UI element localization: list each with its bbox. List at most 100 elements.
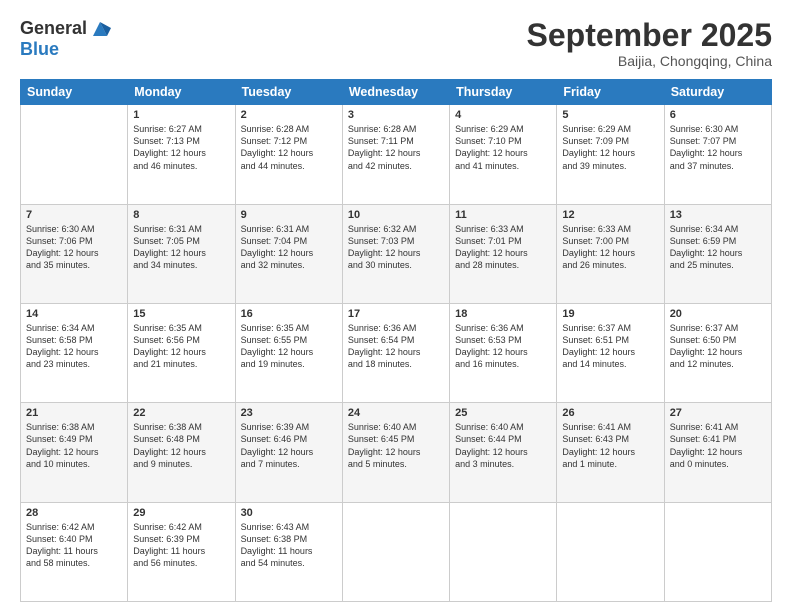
day-cell [21,105,128,204]
day-number: 12 [562,209,658,221]
day-cell: 30 Sunrise: 6:43 AM Sunset: 6:38 PM Dayli… [235,502,342,601]
day-cell: 10 Sunrise: 6:32 AM Sunset: 7:03 PM Dayli… [342,204,449,303]
day-number: 3 [348,109,444,121]
day-info: Sunrise: 6:33 AM Sunset: 7:00 PM Dayligh… [562,223,658,272]
month-title: September 2025 [527,18,772,53]
day-info: Sunrise: 6:29 AM Sunset: 7:10 PM Dayligh… [455,123,551,172]
weekday-header-thursday: Thursday [450,80,557,105]
day-cell [342,502,449,601]
day-info: Sunrise: 6:34 AM Sunset: 6:59 PM Dayligh… [670,223,766,272]
day-info: Sunrise: 6:27 AM Sunset: 7:13 PM Dayligh… [133,123,229,172]
day-info: Sunrise: 6:39 AM Sunset: 6:46 PM Dayligh… [241,421,337,470]
weekday-header-row: SundayMondayTuesdayWednesdayThursdayFrid… [21,80,772,105]
day-number: 6 [670,109,766,121]
weekday-header-friday: Friday [557,80,664,105]
day-number: 15 [133,308,229,320]
day-info: Sunrise: 6:43 AM Sunset: 6:38 PM Dayligh… [241,521,337,570]
day-number: 8 [133,209,229,221]
day-info: Sunrise: 6:41 AM Sunset: 6:43 PM Dayligh… [562,421,658,470]
day-number: 11 [455,209,551,221]
day-number: 19 [562,308,658,320]
day-number: 5 [562,109,658,121]
day-number: 21 [26,407,122,419]
day-number: 4 [455,109,551,121]
day-info: Sunrise: 6:33 AM Sunset: 7:01 PM Dayligh… [455,223,551,272]
day-info: Sunrise: 6:42 AM Sunset: 6:39 PM Dayligh… [133,521,229,570]
logo-blue: Blue [20,40,111,60]
day-cell: 19 Sunrise: 6:37 AM Sunset: 6:51 PM Dayli… [557,303,664,402]
day-info: Sunrise: 6:42 AM Sunset: 6:40 PM Dayligh… [26,521,122,570]
day-number: 13 [670,209,766,221]
day-cell: 8 Sunrise: 6:31 AM Sunset: 7:05 PM Daylig… [128,204,235,303]
day-info: Sunrise: 6:41 AM Sunset: 6:41 PM Dayligh… [670,421,766,470]
week-row-1: 1 Sunrise: 6:27 AM Sunset: 7:13 PM Daylig… [21,105,772,204]
day-number: 16 [241,308,337,320]
day-number: 22 [133,407,229,419]
day-number: 17 [348,308,444,320]
day-info: Sunrise: 6:29 AM Sunset: 7:09 PM Dayligh… [562,123,658,172]
day-cell: 22 Sunrise: 6:38 AM Sunset: 6:48 PM Dayli… [128,403,235,502]
calendar-table: SundayMondayTuesdayWednesdayThursdayFrid… [20,79,772,602]
logo: General Blue [20,18,111,60]
day-cell: 12 Sunrise: 6:33 AM Sunset: 7:00 PM Dayli… [557,204,664,303]
day-number: 7 [26,209,122,221]
day-number: 20 [670,308,766,320]
day-cell: 14Sunrise: 6:34 AM Sunset: 6:58 PM Dayli… [21,303,128,402]
day-cell: 25Sunrise: 6:40 AM Sunset: 6:44 PM Dayli… [450,403,557,502]
logo-text: General [20,18,111,40]
day-number: 14 [26,308,122,320]
calendar-body: 1 Sunrise: 6:27 AM Sunset: 7:13 PM Daylig… [21,105,772,602]
day-info: Sunrise: 6:37 AM Sunset: 6:51 PM Dayligh… [562,322,658,371]
day-info: Sunrise: 6:36 AM Sunset: 6:54 PM Dayligh… [348,322,444,371]
day-cell: 18 Sunrise: 6:36 AM Sunset: 6:53 PM Dayli… [450,303,557,402]
day-number: 27 [670,407,766,419]
day-info: Sunrise: 6:36 AM Sunset: 6:53 PM Dayligh… [455,322,551,371]
day-number: 1 [133,109,229,121]
day-info: Sunrise: 6:31 AM Sunset: 7:05 PM Dayligh… [133,223,229,272]
logo-icon [89,18,111,40]
day-info: Sunrise: 6:31 AM Sunset: 7:04 PM Dayligh… [241,223,337,272]
day-cell: 13 Sunrise: 6:34 AM Sunset: 6:59 PM Dayli… [664,204,771,303]
week-row-2: 7 Sunrise: 6:30 AM Sunset: 7:06 PM Daylig… [21,204,772,303]
day-cell: 4 Sunrise: 6:29 AM Sunset: 7:10 PM Daylig… [450,105,557,204]
day-number: 18 [455,308,551,320]
weekday-header-sunday: Sunday [21,80,128,105]
day-cell: 20 Sunrise: 6:37 AM Sunset: 6:50 PM Dayli… [664,303,771,402]
title-block: September 2025 Baijia, Chongqing, China [527,18,772,69]
day-cell: 21 Sunrise: 6:38 AM Sunset: 6:49 PM Dayli… [21,403,128,502]
day-number: 23 [241,407,337,419]
day-number: 9 [241,209,337,221]
day-cell: 5 Sunrise: 6:29 AM Sunset: 7:09 PM Daylig… [557,105,664,204]
day-number: 24 [348,407,444,419]
day-number: 25 [455,407,551,419]
day-cell: 9 Sunrise: 6:31 AM Sunset: 7:04 PM Daylig… [235,204,342,303]
header: General Blue September 2025 Baijia, Chon… [20,18,772,69]
day-number: 2 [241,109,337,121]
day-cell: 15Sunrise: 6:35 AM Sunset: 6:56 PM Dayli… [128,303,235,402]
day-info: Sunrise: 6:30 AM Sunset: 7:07 PM Dayligh… [670,123,766,172]
day-info: Sunrise: 6:40 AM Sunset: 6:45 PM Dayligh… [348,421,444,470]
day-cell: 29Sunrise: 6:42 AM Sunset: 6:39 PM Dayli… [128,502,235,601]
day-cell: 24 Sunrise: 6:40 AM Sunset: 6:45 PM Dayli… [342,403,449,502]
day-number: 28 [26,507,122,519]
week-row-3: 14Sunrise: 6:34 AM Sunset: 6:58 PM Dayli… [21,303,772,402]
day-cell: 16 Sunrise: 6:35 AM Sunset: 6:55 PM Dayli… [235,303,342,402]
day-number: 10 [348,209,444,221]
day-info: Sunrise: 6:38 AM Sunset: 6:49 PM Dayligh… [26,421,122,470]
weekday-header-tuesday: Tuesday [235,80,342,105]
day-cell: 17 Sunrise: 6:36 AM Sunset: 6:54 PM Dayli… [342,303,449,402]
day-cell: 1 Sunrise: 6:27 AM Sunset: 7:13 PM Daylig… [128,105,235,204]
day-info: Sunrise: 6:37 AM Sunset: 6:50 PM Dayligh… [670,322,766,371]
weekday-header-wednesday: Wednesday [342,80,449,105]
week-row-4: 21 Sunrise: 6:38 AM Sunset: 6:49 PM Dayli… [21,403,772,502]
day-cell: 27 Sunrise: 6:41 AM Sunset: 6:41 PM Dayli… [664,403,771,502]
day-info: Sunrise: 6:38 AM Sunset: 6:48 PM Dayligh… [133,421,229,470]
day-info: Sunrise: 6:35 AM Sunset: 6:55 PM Dayligh… [241,322,337,371]
day-number: 30 [241,507,337,519]
day-cell: 2Sunrise: 6:28 AM Sunset: 7:12 PM Daylig… [235,105,342,204]
day-info: Sunrise: 6:32 AM Sunset: 7:03 PM Dayligh… [348,223,444,272]
location: Baijia, Chongqing, China [527,53,772,69]
page: General Blue September 2025 Baijia, Chon… [0,0,792,612]
weekday-header-monday: Monday [128,80,235,105]
day-info: Sunrise: 6:30 AM Sunset: 7:06 PM Dayligh… [26,223,122,272]
